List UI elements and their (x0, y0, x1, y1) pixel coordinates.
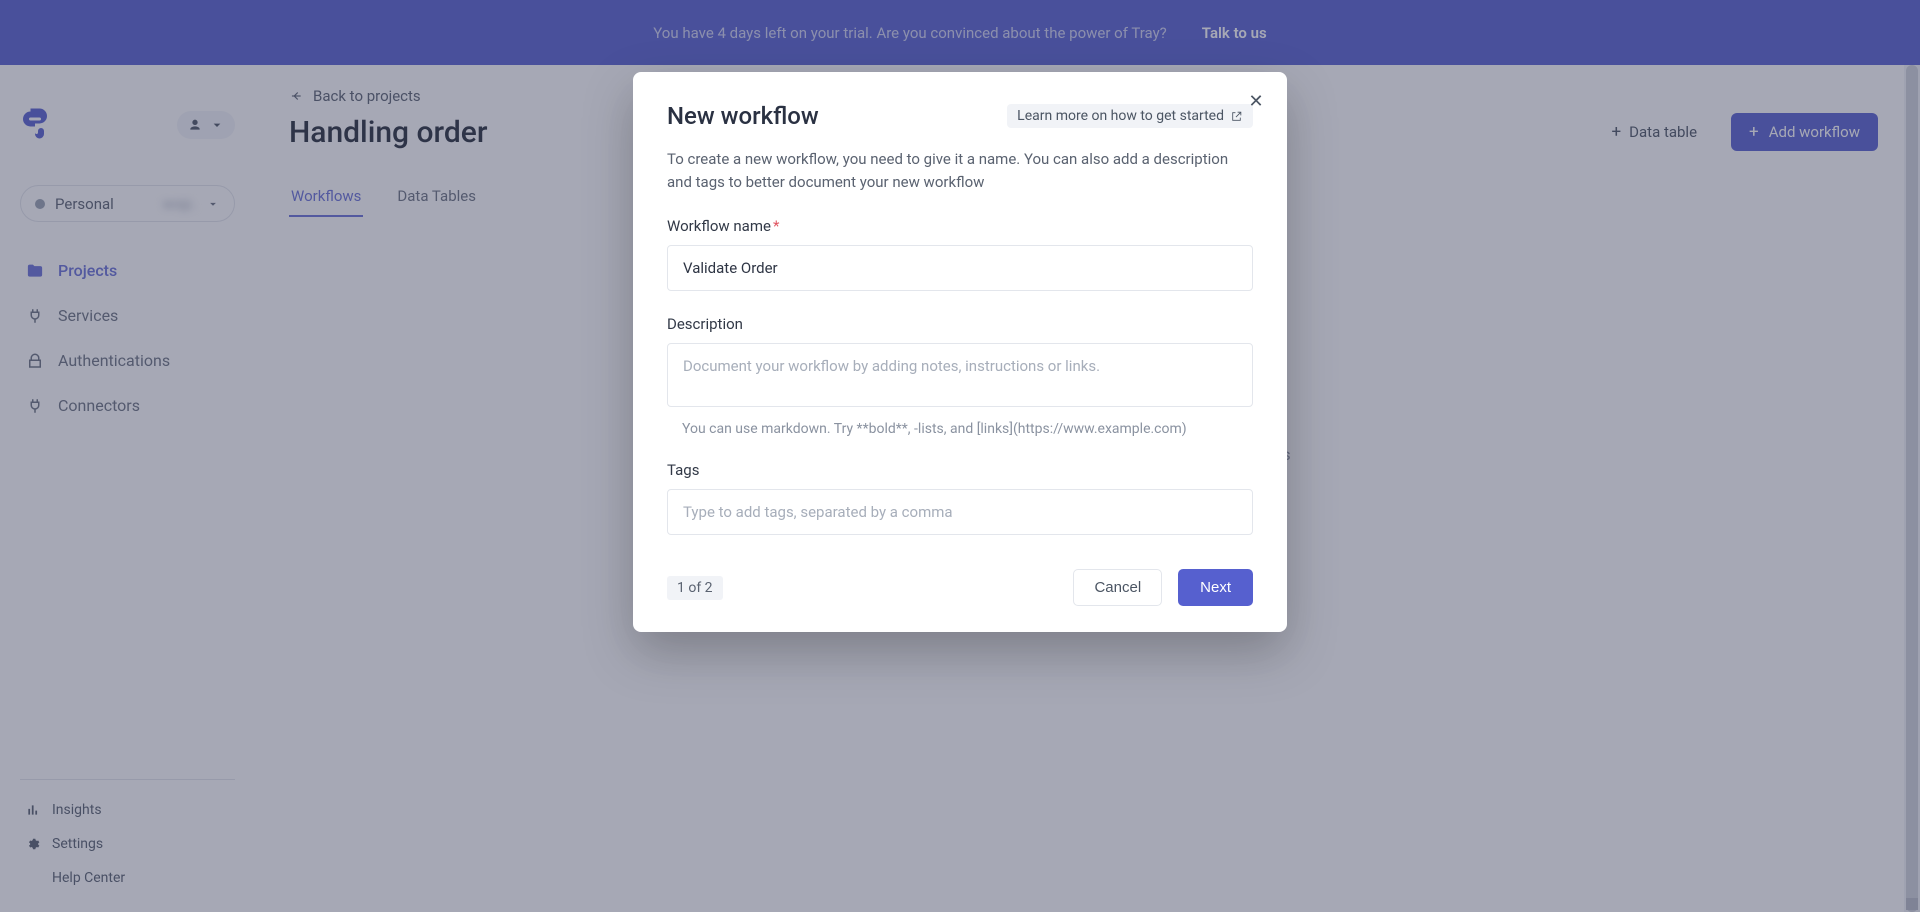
new-workflow-modal: ✕ New workflow Learn more on how to get … (633, 72, 1287, 632)
modal-overlay[interactable]: ✕ New workflow Learn more on how to get … (0, 0, 1920, 912)
external-link-icon (1230, 110, 1243, 123)
modal-title: New workflow (667, 102, 819, 130)
required-star: * (773, 217, 779, 235)
step-indicator: 1 of 2 (667, 576, 723, 600)
tags-label: Tags (667, 461, 1253, 479)
close-icon[interactable]: ✕ (1245, 90, 1267, 112)
modal-description: To create a new workflow, you need to gi… (667, 148, 1253, 193)
next-button[interactable]: Next (1178, 569, 1253, 606)
description-input[interactable] (667, 343, 1253, 407)
description-hint: You can use markdown. Try **bold**, -lis… (667, 421, 1253, 437)
workflow-name-label: Workflow name* (667, 217, 1253, 235)
tags-input[interactable] (667, 489, 1253, 535)
learn-more-link[interactable]: Learn more on how to get started (1007, 104, 1253, 128)
description-label: Description (667, 315, 1253, 333)
help-link-label: Learn more on how to get started (1017, 108, 1224, 124)
label-text: Workflow name (667, 217, 771, 235)
workflow-name-input[interactable] (667, 245, 1253, 291)
cancel-button[interactable]: Cancel (1073, 569, 1162, 606)
